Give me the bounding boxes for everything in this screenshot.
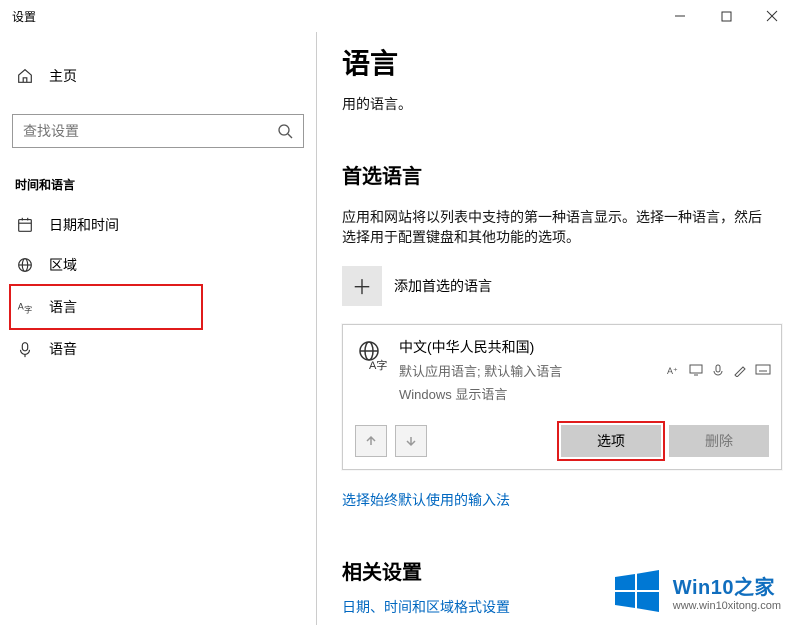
- language-subtitle-1: 默认应用语言; 默认输入语言: [399, 361, 667, 380]
- options-button[interactable]: 选项: [561, 425, 661, 457]
- related-link[interactable]: 日期、时间和区域格式设置: [342, 597, 510, 617]
- watermark: Win10之家 www.win10xitong.com: [611, 565, 781, 617]
- keyboard-icon: [755, 363, 769, 377]
- sidebar-item-region[interactable]: 区域: [0, 245, 316, 285]
- default-ime-link[interactable]: 选择始终默认使用的输入法: [342, 490, 510, 510]
- speech-icon: [711, 363, 725, 377]
- close-button[interactable]: [749, 0, 795, 32]
- page-heading: 语言: [342, 42, 795, 82]
- language-feature-icons: A⁺: [667, 337, 769, 403]
- search-box[interactable]: [12, 114, 304, 148]
- plus-icon: ＋: [342, 266, 382, 306]
- add-language-button[interactable]: ＋ 添加首选的语言: [342, 266, 795, 306]
- language-card[interactable]: A字 中文(中华人民共和国) 默认应用语言; 默认输入语言 Windows 显示…: [342, 324, 782, 470]
- display-icon: [689, 363, 703, 377]
- handwriting-icon: [733, 363, 747, 377]
- move-down-button[interactable]: [395, 425, 427, 457]
- language-subtitle-2: Windows 显示语言: [399, 384, 667, 403]
- sidebar-item-speech[interactable]: 语音: [0, 329, 316, 369]
- svg-text:A字: A字: [369, 358, 387, 371]
- watermark-brand: Win10之家: [673, 571, 781, 600]
- sidebar: 主页 时间和语言 日期和时间 区域 A字 语言: [0, 32, 317, 625]
- svg-text:A⁺: A⁺: [667, 366, 678, 376]
- sidebar-item-language[interactable]: A字 语言: [10, 285, 202, 329]
- text-to-speech-icon: A⁺: [667, 363, 681, 377]
- content: 语言 用的语言。 首选语言 应用和网站将以列表中支持的第一种语言显示。选择一种语…: [317, 32, 795, 625]
- window-title: 设置: [12, 8, 36, 25]
- search-icon: [277, 123, 293, 139]
- watermark-url: www.win10xitong.com: [673, 600, 781, 612]
- sidebar-item-label: 语音: [49, 339, 77, 359]
- svg-text:字: 字: [24, 304, 32, 314]
- microphone-icon: [15, 339, 35, 359]
- page-description: 用的语言。: [342, 94, 795, 114]
- move-up-button[interactable]: [355, 425, 387, 457]
- sidebar-item-label: 语言: [49, 297, 77, 317]
- calendar-icon: [15, 215, 35, 235]
- preferred-description: 应用和网站将以列表中支持的第一种语言显示。选择一种语言，然后选择用于配置键盘和其…: [342, 207, 762, 248]
- sidebar-item-label: 日期和时间: [49, 215, 119, 235]
- preferred-heading: 首选语言: [342, 160, 795, 189]
- search-input[interactable]: [23, 123, 277, 139]
- category-heading: 时间和语言: [0, 166, 316, 205]
- svg-text:A: A: [18, 302, 24, 312]
- minimize-button[interactable]: [657, 0, 703, 32]
- sidebar-item-datetime[interactable]: 日期和时间: [0, 205, 316, 245]
- sidebar-item-label: 区域: [49, 255, 77, 275]
- delete-button[interactable]: 删除: [669, 425, 769, 457]
- language-globe-icon: A字: [355, 339, 387, 371]
- window-controls: [657, 0, 795, 32]
- globe-icon: [15, 255, 35, 275]
- nav-home-label: 主页: [49, 66, 77, 86]
- windows-logo-icon: [611, 565, 663, 617]
- add-language-label: 添加首选的语言: [394, 276, 492, 296]
- language-icon: A字: [15, 297, 35, 317]
- language-name: 中文(中华人民共和国): [399, 337, 667, 357]
- nav-home[interactable]: 主页: [0, 56, 316, 96]
- home-icon: [15, 66, 35, 86]
- maximize-button[interactable]: [703, 0, 749, 32]
